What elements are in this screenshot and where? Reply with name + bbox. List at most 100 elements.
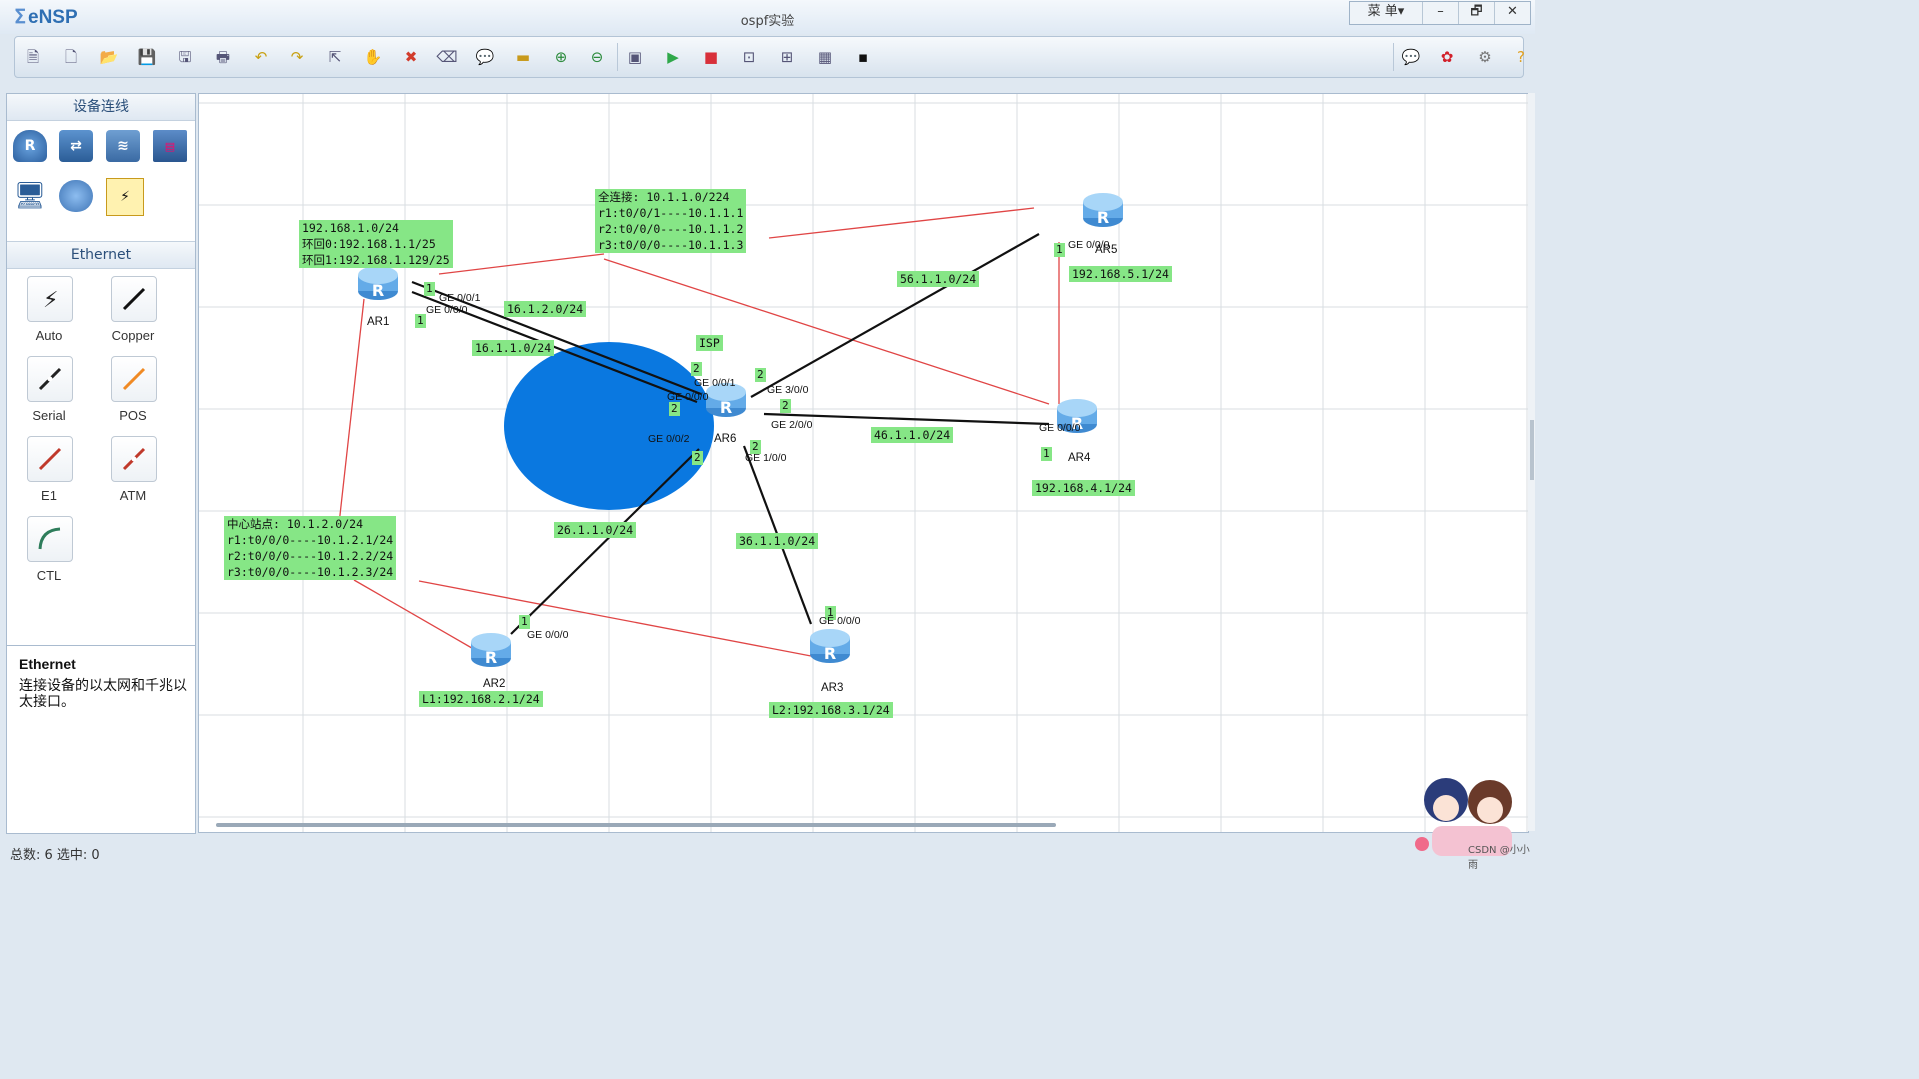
note-56[interactable]: 56.1.1.0/24 xyxy=(897,271,980,287)
note-ar1-networks[interactable]: 192.168.1.0/24 环回0:192.168.1.1/25 环回1:19… xyxy=(299,220,453,268)
note-hub-site[interactable]: 中心站点: 10.1.2.0/24 r1:t0/0/0----10.1.2.1/… xyxy=(224,516,397,580)
rectangle-icon[interactable]: ▬ xyxy=(513,47,533,67)
port-label: GE 0/0/0 xyxy=(819,615,861,627)
grid-icon[interactable]: ▦ xyxy=(815,47,835,67)
copper-cable-icon[interactable] xyxy=(111,276,157,322)
note-ar3-net[interactable]: L2:192.168.3.1/24 xyxy=(769,702,893,718)
redo-icon[interactable]: ↷ xyxy=(287,47,307,67)
port-label: GE 3/0/0 xyxy=(767,384,809,396)
svg-text:R: R xyxy=(372,281,384,300)
restore-button[interactable]: 🗗 xyxy=(1458,2,1494,24)
cable-label-atm: ATM xyxy=(119,488,147,503)
vertical-scrollbar-thumb[interactable] xyxy=(1530,420,1534,480)
chat-icon[interactable]: 💬 xyxy=(1401,47,1421,67)
cable-label-pos: POS xyxy=(119,408,147,423)
atm-cable-icon[interactable] xyxy=(111,436,157,482)
settings-icon[interactable]: ⚙ xyxy=(1475,47,1495,67)
cloud-category-icon[interactable] xyxy=(59,180,93,212)
hand-icon[interactable]: ✋ xyxy=(363,47,383,67)
note-ar4-net[interactable]: 192.168.4.1/24 xyxy=(1032,480,1135,496)
router-ar3-icon[interactable]: R xyxy=(808,628,852,664)
router-ar5-icon[interactable]: R xyxy=(1081,192,1125,228)
port-label: GE 0/0/0 xyxy=(667,391,709,403)
router-ar2-icon[interactable]: R xyxy=(469,632,513,668)
port-label: GE 0/0/0 xyxy=(1039,422,1081,434)
ctl-cable-icon[interactable] xyxy=(27,516,73,562)
menu-button[interactable]: 菜 单▾ xyxy=(1350,2,1422,24)
new-lab-icon[interactable]: 🗋 xyxy=(61,47,81,67)
save-as-icon[interactable]: 🖫 xyxy=(175,47,195,67)
description-text: 连接设备的以太网和千兆以太接口。 xyxy=(19,678,187,710)
port-number: 2 xyxy=(692,451,703,465)
port-number: 2 xyxy=(669,402,680,416)
note-46[interactable]: 46.1.1.0/24 xyxy=(871,427,954,443)
wireless-category-icon[interactable]: ≋ xyxy=(106,130,140,162)
toolbar: 🗎 🗋 📂 💾 🖫 🖶 ↶ ↷ ⇱ ✋ ✖ ⌫ 💬 ▬ ⊕ ⊖ ▣ ▶ ■ ⊡ … xyxy=(14,36,1525,78)
undo-icon[interactable]: ↶ xyxy=(251,47,271,67)
note-ar5-net[interactable]: 192.168.5.1/24 xyxy=(1069,266,1172,282)
svg-text:R: R xyxy=(1097,208,1109,227)
note-26[interactable]: 26.1.1.0/24 xyxy=(554,522,637,538)
delete-icon[interactable]: ✖ xyxy=(401,47,421,67)
open-icon[interactable]: 📂 xyxy=(99,47,119,67)
svg-text:R: R xyxy=(485,648,497,667)
router-name-ar3: AR3 xyxy=(821,682,844,694)
horizontal-scrollbar[interactable] xyxy=(216,823,1056,827)
topology-icon[interactable]: ⊞ xyxy=(777,47,797,67)
auto-cable-icon[interactable]: ⚡ xyxy=(27,276,73,322)
cable-label-e1: E1 xyxy=(41,488,57,503)
topology-canvas[interactable]: R AR1 R AR2 R AR3 R AR4 R AR5 R AR6 192.… xyxy=(198,93,1529,833)
note-36[interactable]: 36.1.1.0/24 xyxy=(736,533,819,549)
port-label: GE 0/0/0 xyxy=(527,629,569,641)
new-topology-icon[interactable]: 🗎 xyxy=(23,47,43,67)
terminal-icon[interactable]: ▪ xyxy=(853,47,873,67)
router-name-ar1: AR1 xyxy=(367,316,390,328)
e1-cable-icon[interactable] xyxy=(27,436,73,482)
switch-category-icon[interactable]: ⇄ xyxy=(59,130,93,162)
zoom-out-icon[interactable]: ⊖ xyxy=(587,47,607,67)
note-16-1-2[interactable]: 16.1.2.0/24 xyxy=(504,301,587,317)
window-title: ospf实验 xyxy=(740,14,795,29)
port-number: 1 xyxy=(415,314,426,328)
note-16-1-1[interactable]: 16.1.1.0/24 xyxy=(472,340,555,356)
delete-all-links-icon[interactable]: ⌫ xyxy=(436,47,457,67)
port-number: 2 xyxy=(780,399,791,413)
capture-icon[interactable]: ⊡ xyxy=(739,47,759,67)
note-isp[interactable]: ISP xyxy=(696,335,723,351)
select-icon[interactable]: ⇱ xyxy=(325,47,345,67)
stop-icon[interactable]: ■ xyxy=(701,47,721,67)
cable-category-icon[interactable]: ⚡ xyxy=(106,178,144,216)
firewall-category-icon[interactable]: ▤ xyxy=(153,130,187,162)
port-label: GE 2/0/0 xyxy=(771,419,813,431)
canvas-drawing xyxy=(199,94,1528,832)
router-category-icon[interactable]: R xyxy=(13,130,47,162)
svg-text:R: R xyxy=(720,398,732,417)
router-ar1-icon[interactable]: R xyxy=(356,265,400,301)
port-number: 1 xyxy=(1054,243,1065,257)
fit-icon[interactable]: ▣ xyxy=(625,47,645,67)
save-icon[interactable]: 💾 xyxy=(137,47,157,67)
port-number: 1 xyxy=(424,282,435,296)
description-title: Ethernet xyxy=(19,656,76,672)
zoom-in-icon[interactable]: ⊕ xyxy=(551,47,571,67)
router-name-ar4: AR4 xyxy=(1068,452,1091,464)
note-full-mesh[interactable]: 全连接: 10.1.1.0/224 r1:t0/0/1----10.1.1.1 … xyxy=(595,189,747,253)
port-number: 1 xyxy=(1041,447,1052,461)
serial-cable-icon[interactable] xyxy=(27,356,73,402)
status-text: 总数: 6 选中: 0 xyxy=(10,848,100,863)
cable-label-serial: Serial xyxy=(32,408,66,423)
pc-category-icon[interactable]: 🖥 xyxy=(13,180,47,212)
text-icon[interactable]: 💬 xyxy=(475,47,495,67)
help-icon[interactable]: ? xyxy=(1511,47,1531,67)
start-icon[interactable]: ▶ xyxy=(663,47,683,67)
cable-panel-header: Ethernet xyxy=(7,241,195,269)
pos-cable-icon[interactable] xyxy=(111,356,157,402)
note-ar2-net[interactable]: L1:192.168.2.1/24 xyxy=(419,691,543,707)
huawei-icon[interactable]: ✿ xyxy=(1437,47,1457,67)
window-controls: 菜 单▾ – 🗗 ✕ xyxy=(1349,1,1531,25)
minimize-button[interactable]: – xyxy=(1422,2,1458,24)
close-button[interactable]: ✕ xyxy=(1494,2,1530,24)
port-label: GE 1/0/0 xyxy=(745,452,787,464)
print-icon[interactable]: 🖶 xyxy=(213,47,233,67)
router-name-ar6: AR6 xyxy=(714,433,737,445)
